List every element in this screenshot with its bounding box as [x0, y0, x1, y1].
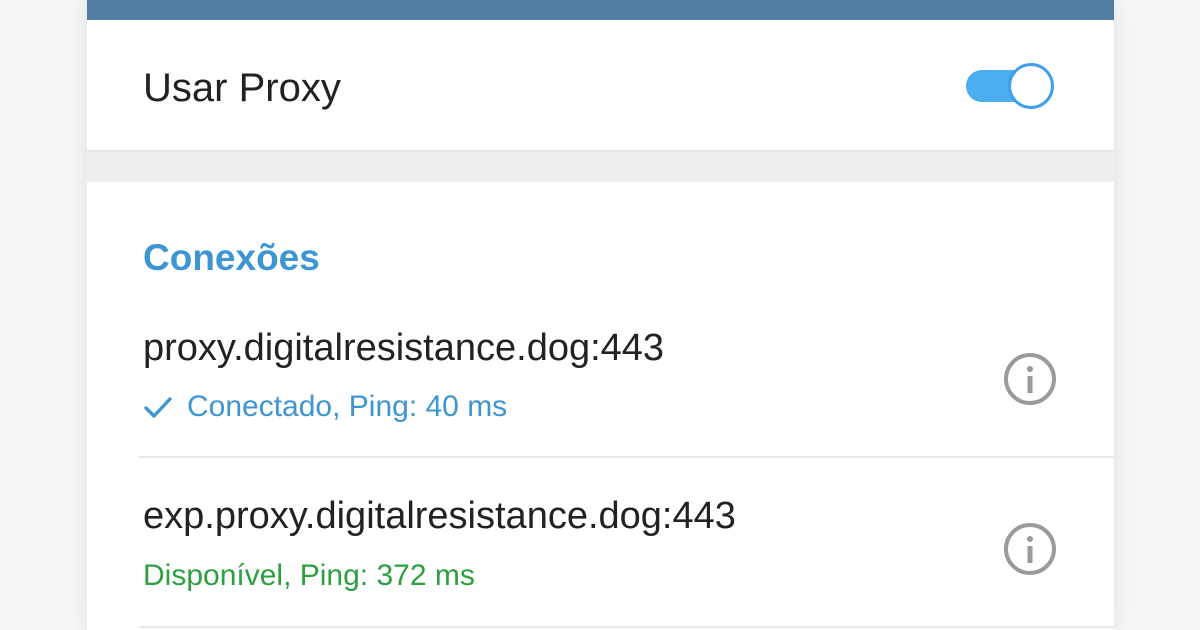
connection-status-available: Disponível, Ping: 372 ms [143, 559, 475, 592]
proxy-toggle-card: Usar Proxy [87, 20, 1114, 150]
info-icon[interactable] [1002, 351, 1058, 407]
header-bar [87, 0, 1114, 20]
connection-row-secondary[interactable]: exp.proxy.digitalresistance.dog:443 Disp… [87, 457, 1114, 627]
info-icon[interactable] [1002, 521, 1058, 577]
proxy-settings-screen: Usar Proxy Conexões proxy.digitalresista… [87, 0, 1114, 630]
connections-section-title: Conexões [143, 237, 320, 278]
use-proxy-toggle[interactable] [966, 60, 1058, 112]
proxy-host-text: proxy.digitalresistance.dog:443 [143, 327, 665, 369]
connection-status-connected: Conectado, Ping: 40 ms [187, 390, 508, 423]
proxy-host-text: exp.proxy.digitalresistance.dog:443 [143, 495, 736, 537]
connection-divider [139, 626, 1114, 628]
connections-card: Conexões proxy.digitalresistance.dog:443… [87, 182, 1114, 630]
connection-row-primary[interactable]: proxy.digitalresistance.dog:443 Conectad… [87, 288, 1114, 458]
toggle-thumb [1008, 63, 1054, 109]
check-icon [144, 397, 172, 418]
use-proxy-label: Usar Proxy [143, 66, 341, 110]
